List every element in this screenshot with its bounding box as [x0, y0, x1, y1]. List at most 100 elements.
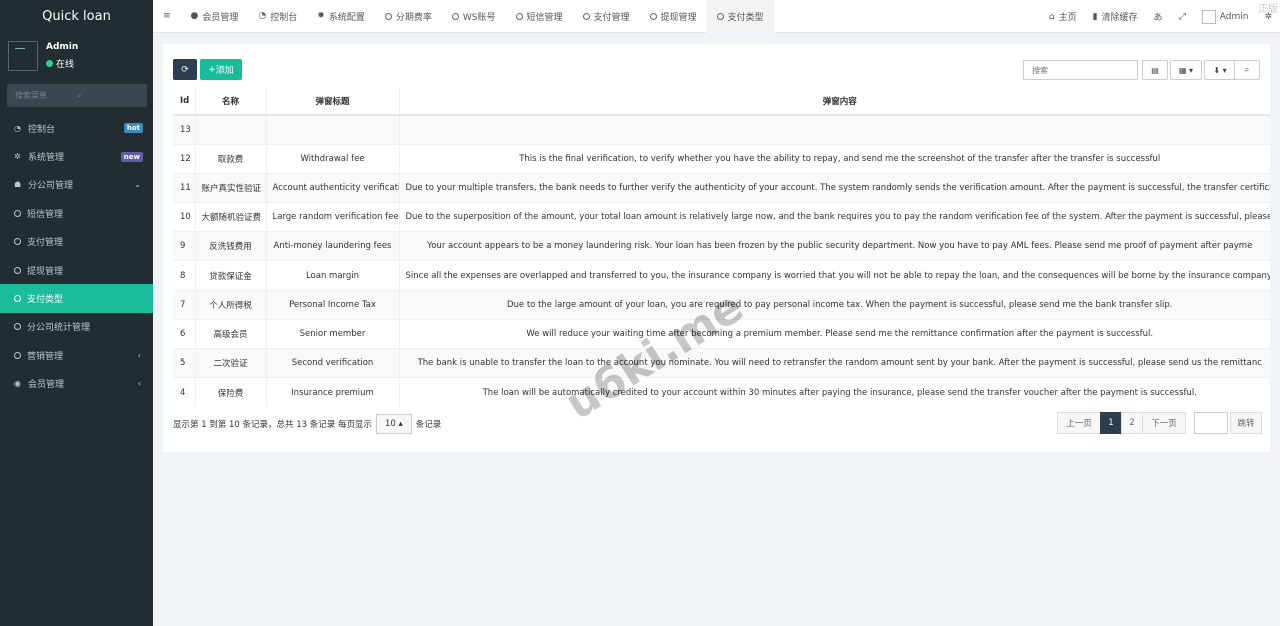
sidebar-search-input[interactable]: 搜索菜单	[15, 90, 77, 101]
cell-name: 反洗钱费用	[194, 231, 266, 261]
table-row[interactable]: 10 大额随机验证费 Large random verification fee Du…	[173, 202, 1270, 232]
cell-id: 10	[173, 202, 195, 232]
sidebar-item-label: 会员管理	[28, 380, 65, 391]
chevron-down-icon: ⌄	[134, 180, 141, 190]
expand-icon[interactable]: ⤢	[1179, 12, 1186, 22]
language-button[interactable]: あ	[1146, 0, 1171, 33]
cell-title: Loan margin	[265, 260, 399, 291]
tab-label: 短信管理	[526, 12, 563, 23]
columns-button[interactable]: ▦ ▾	[1170, 60, 1202, 80]
tab-label: 提现管理	[660, 12, 697, 23]
prev-page-button[interactable]: 上一页	[1057, 412, 1101, 434]
menu-toggle[interactable]: ≡	[153, 0, 181, 33]
cell-id: 12	[173, 143, 195, 174]
tab-label: WS账号	[462, 12, 496, 23]
column-header-name[interactable]: 名称	[194, 88, 266, 116]
tab-sms[interactable]: 短信管理	[506, 0, 573, 33]
search-icon: ⌕	[1244, 65, 1250, 74]
search-icon[interactable]: ⌕	[77, 91, 139, 101]
export-icon: ⬇ ▾	[1213, 65, 1227, 75]
new-badge: new	[120, 151, 143, 162]
table-row[interactable]: 5 二次验证 Second verification The bank is unab…	[173, 347, 1270, 378]
pagination-suffix: 条记录	[415, 420, 442, 430]
cell-id: 6	[173, 318, 195, 349]
cell-title: Senior member	[265, 318, 399, 349]
clear-cache-button[interactable]: ▮ 清除缓存	[1085, 0, 1146, 33]
sidebar-item-label: 控制台	[28, 124, 56, 135]
tab-withdraw[interactable]: 提现管理	[640, 0, 707, 33]
sidebar-item-branch-stats[interactable]: 分公司统计管理	[0, 313, 153, 341]
table-row[interactable]: 4 保险费 Insurance premium The loan will be au…	[173, 377, 1270, 407]
sidebar-item-marketing[interactable]: 营销管理 ‹	[0, 341, 153, 369]
tab-dashboard[interactable]: ◔ 控制台	[248, 0, 307, 33]
column-header-content[interactable]: 弹窗内容	[398, 88, 1270, 116]
dashboard-icon: ◔	[258, 11, 267, 21]
cell-id: 9	[173, 231, 195, 261]
trash-icon: ▮	[1092, 11, 1098, 22]
jump-page-input[interactable]	[1194, 412, 1228, 434]
columns-icon: ▦ ▾	[1178, 65, 1194, 75]
user-menu[interactable]: Admin	[1194, 0, 1257, 33]
avatar	[8, 41, 38, 71]
sidebar-search[interactable]: 搜索菜单 ⌕	[7, 84, 147, 107]
user-panel: Admin 在线	[0, 33, 153, 81]
table-row[interactable]: 12 取款费 Withdrawal fee This is the final ver…	[173, 143, 1270, 174]
fullscreen-button[interactable]: ⤢	[1171, 0, 1194, 33]
tab-system-config[interactable]: ✹ 系统配置	[307, 0, 375, 33]
table-row[interactable]: 13	[173, 114, 1270, 145]
table-row[interactable]: 9 反洗钱费用 Anti-money laundering fees Your acc…	[173, 231, 1270, 261]
home-link[interactable]: ⌂ 主页	[1041, 0, 1085, 33]
cell-content: Your account appears to be a money laund…	[398, 231, 1270, 261]
user-name: Admin	[46, 42, 79, 52]
language-icon[interactable]: あ	[1154, 10, 1163, 23]
tab-label: 分期费率	[395, 12, 432, 23]
export-button[interactable]: ⬇ ▾	[1204, 60, 1236, 80]
cell-content: We will reduce your waiting time after b…	[398, 318, 1270, 349]
sidebar-item-branch[interactable]: ☗ 分公司管理 ⌄	[0, 171, 153, 199]
sidebar-item-payment[interactable]: 支付管理	[0, 228, 153, 256]
column-header-id[interactable]: Id	[173, 88, 195, 116]
page-1-button[interactable]: 1	[1100, 412, 1122, 434]
cell-name: 二次验证	[194, 347, 266, 378]
toggle-view-button[interactable]: ▤	[1142, 60, 1168, 80]
table-row[interactable]: 8 贷款保证金 Loan margin Since all the expenses …	[173, 260, 1270, 291]
tab-payment[interactable]: 支付管理	[573, 0, 640, 33]
add-button[interactable]: + 添加	[200, 59, 242, 80]
search-input[interactable]	[1023, 60, 1138, 80]
app-title[interactable]: Quick loan	[0, 0, 153, 33]
hamburger-icon[interactable]: ≡	[163, 11, 171, 21]
cell-content: Due to the large amount of your loan, yo…	[398, 289, 1270, 320]
column-header-title[interactable]: 弹窗标题	[265, 88, 399, 116]
tab-ws-account[interactable]: WS账号	[442, 0, 506, 33]
table-header: Id 名称 弹窗标题 弹窗内容	[173, 88, 1270, 116]
tab-payment-type[interactable]: 支付类型	[706, 0, 774, 33]
chevron-left-icon: ‹	[137, 350, 141, 360]
add-label: 添加	[215, 66, 234, 76]
sidebar-item-dashboard[interactable]: ◔ 控制台 hot	[0, 114, 153, 142]
tab-members[interactable]: ● 会员管理	[181, 0, 249, 33]
pagination-info: 显示第 1 到第 10 条记录，总共 13 条记录 每页显示 10 ▴ 条记录	[173, 414, 441, 434]
advanced-search-button[interactable]: ⌕	[1234, 60, 1260, 80]
user-status-label: 在线	[56, 60, 75, 70]
table-row[interactable]: 7 个人所得税 Personal Income Tax Due to the larg…	[173, 289, 1270, 320]
page-size-select[interactable]: 10 ▴	[375, 414, 412, 434]
circle-icon	[384, 12, 392, 20]
jump-button[interactable]: 跳转	[1230, 412, 1262, 434]
next-page-button[interactable]: 下一页	[1142, 412, 1186, 434]
sidebar-item-label: 系统管理	[28, 153, 65, 164]
circle-icon	[14, 323, 21, 331]
sidebar-item-withdraw[interactable]: 提现管理	[0, 256, 153, 284]
sidebar-item-members[interactable]: ◉ 会员管理 ‹	[0, 370, 153, 398]
sidebar-item-sms[interactable]: 短信管理	[0, 199, 153, 227]
refresh-button[interactable]: ⟳	[173, 59, 197, 80]
tab-installment-rate[interactable]: 分期费率	[375, 0, 442, 33]
sidebar-item-payment-type[interactable]: 支付类型	[0, 284, 153, 313]
sidebar-item-label: 分公司统计管理	[27, 323, 91, 334]
table-row[interactable]: 11 账户真实性验证 Account authenticity verificati…	[173, 172, 1270, 203]
circle-icon	[14, 351, 21, 359]
table-row[interactable]: 6 高级会员 Senior member We will reduce your wa…	[173, 318, 1270, 349]
page-2-button[interactable]: 2	[1121, 412, 1143, 434]
sidebar-item-system[interactable]: ✲ 系统管理 new	[0, 142, 153, 170]
cell-content: This is the final verification, to verif…	[398, 143, 1270, 174]
pagination-summary: 显示第 1 到第 10 条记录，总共 13 条记录 每页显示	[173, 420, 372, 430]
